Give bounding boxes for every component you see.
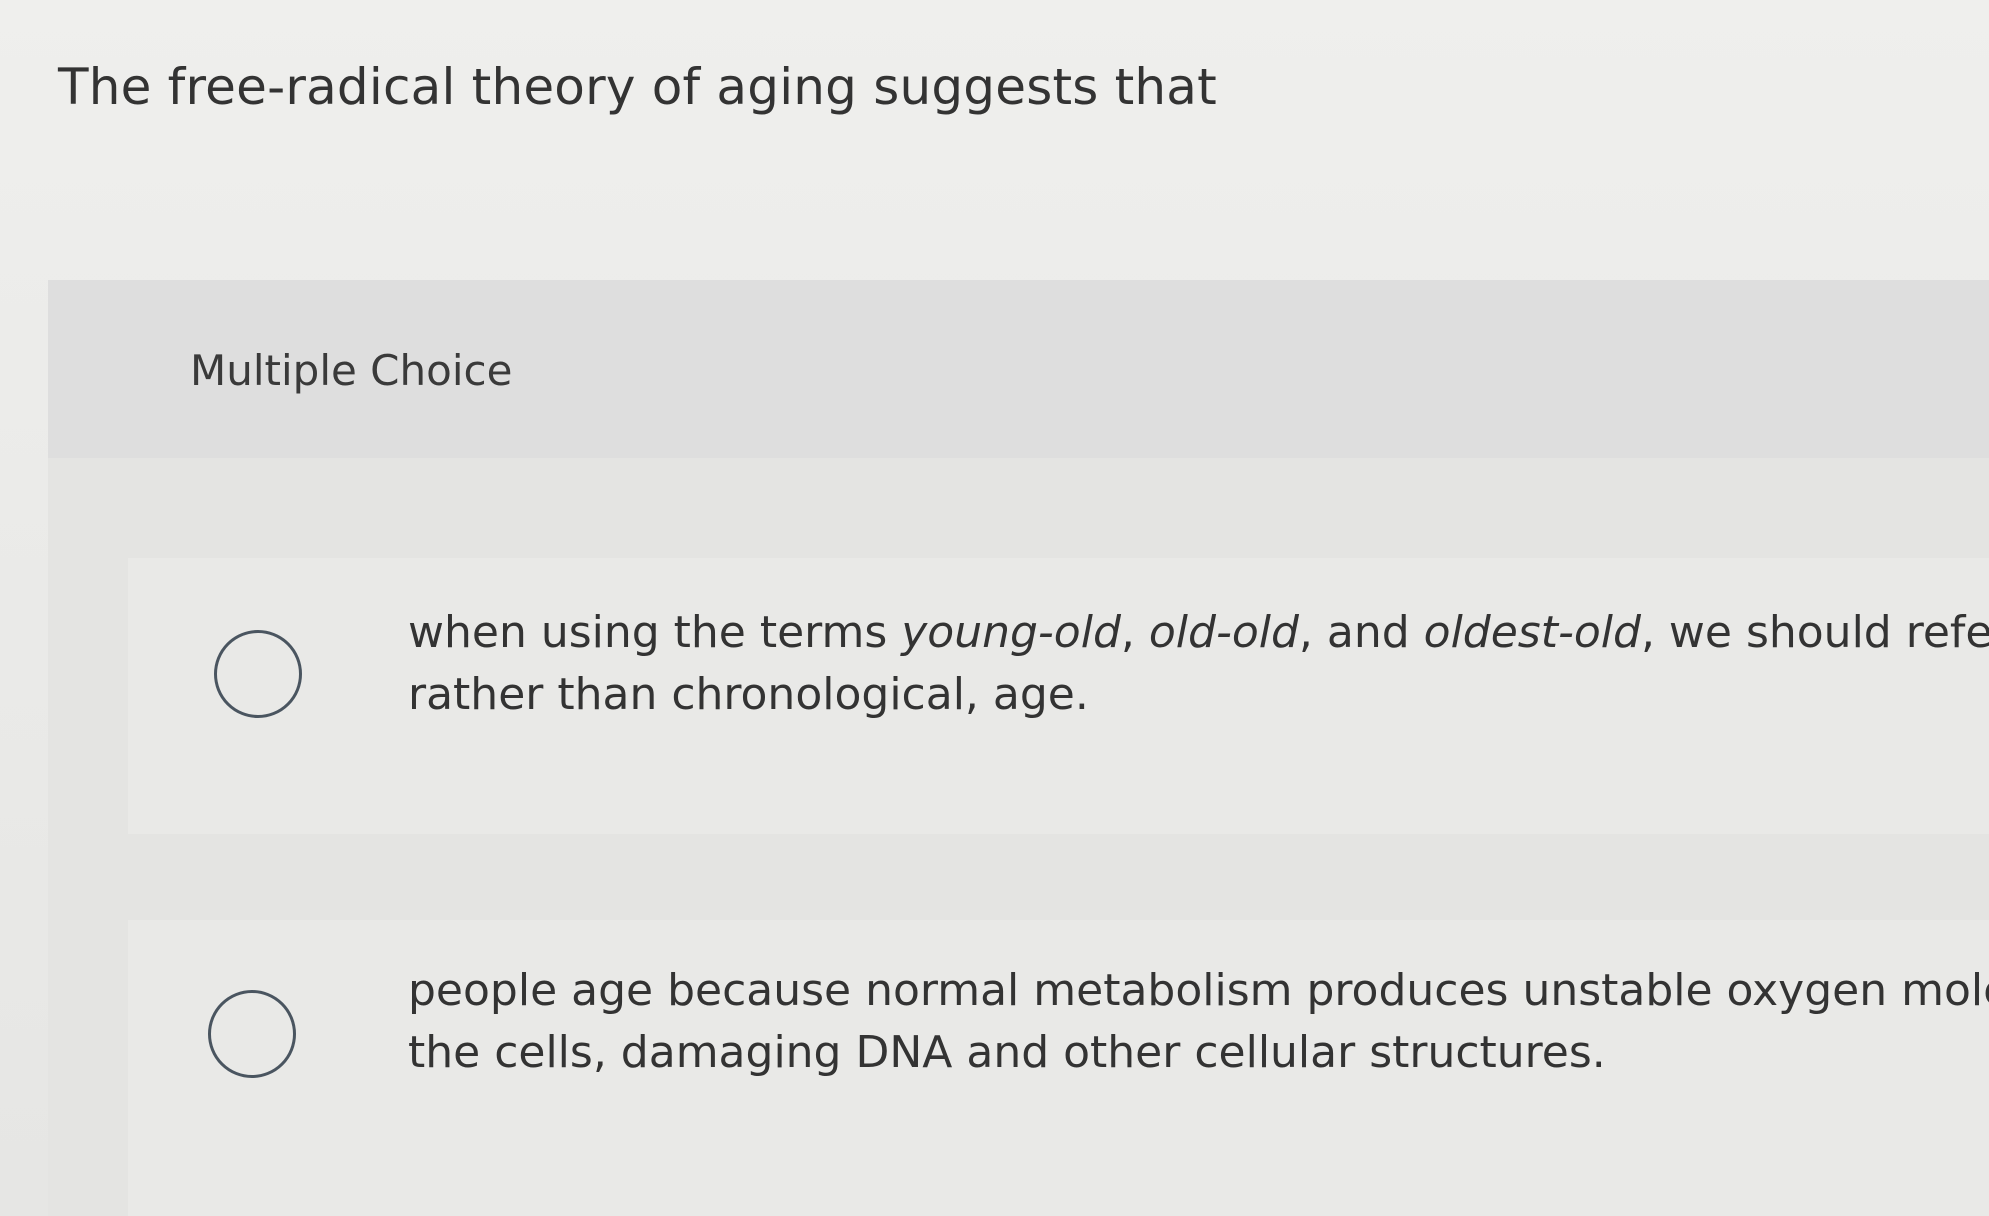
term-oldest-old: oldest-old xyxy=(1423,607,1641,658)
answer-option-1-text: when using the terms young-old, old-old,… xyxy=(408,602,1989,726)
answer-option-2-line-2: the cells, damaging DNA and other cellul… xyxy=(408,1027,1606,1078)
option-1-separator: , xyxy=(1120,607,1149,658)
answer-option-2-line-1: people age because normal metabolism pro… xyxy=(408,965,1989,1016)
option-1-text-part: when using the terms xyxy=(408,607,902,658)
answer-panel-header: Multiple Choice xyxy=(48,280,1989,458)
answer-option-1-line-2: rather than chronological, age. xyxy=(408,669,1089,720)
option-1-text-part: , we should refer to a xyxy=(1640,607,1989,658)
option-1-separator: , and xyxy=(1298,607,1424,658)
question-prompt: The free-radical theory of aging suggest… xyxy=(58,58,1217,116)
answer-option-1-line-1: when using the terms young-old, old-old,… xyxy=(408,602,1989,664)
question-page: The free-radical theory of aging suggest… xyxy=(0,0,1989,1216)
term-young-old: young-old xyxy=(901,607,1121,658)
answer-option-2[interactable]: people age because normal metabolism pro… xyxy=(128,920,1989,1216)
answer-option-1[interactable]: when using the terms young-old, old-old,… xyxy=(128,558,1989,834)
radio-button-unselected-icon[interactable] xyxy=(214,630,302,718)
question-type-label: Multiple Choice xyxy=(190,346,513,395)
answer-panel: Multiple Choice when using the terms you… xyxy=(48,280,1989,1216)
answer-option-2-text: people age because normal metabolism pro… xyxy=(408,960,1989,1084)
radio-button-unselected-icon[interactable] xyxy=(208,990,296,1078)
term-old-old: old-old xyxy=(1148,607,1299,658)
